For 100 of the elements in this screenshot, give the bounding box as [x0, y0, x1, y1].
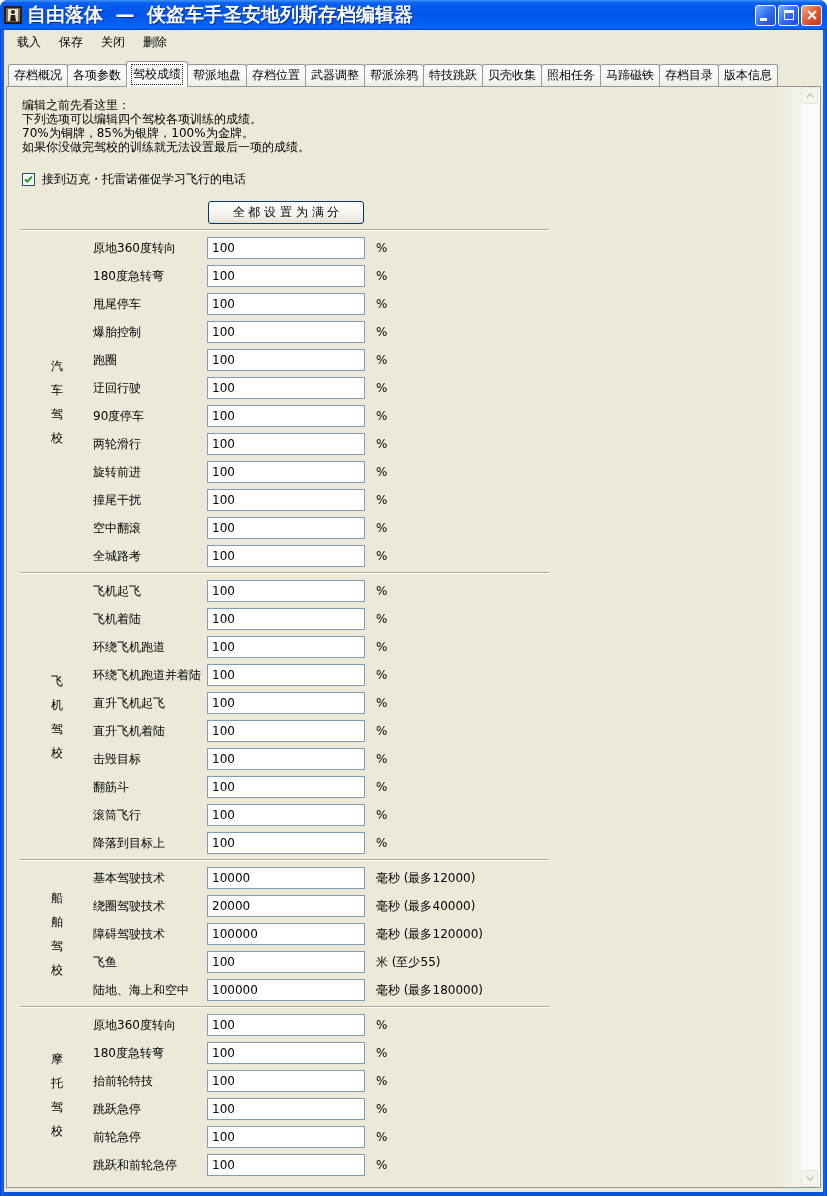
maximize-button[interactable]: [778, 4, 799, 26]
value-input[interactable]: 100: [207, 349, 365, 371]
unit-label: %: [376, 640, 388, 654]
value-input[interactable]: 100000: [207, 923, 365, 945]
unit-label: %: [376, 381, 388, 395]
unit-label: %: [376, 269, 388, 283]
unit-label: %: [376, 1102, 388, 1116]
unit-label: %: [376, 1046, 388, 1060]
value-input[interactable]: 100: [207, 433, 365, 455]
unit-label: %: [376, 724, 388, 738]
field-label: 跳跃和前轮急停: [93, 1156, 178, 1174]
tab[interactable]: 存档概况: [8, 64, 68, 86]
unit-label: %: [376, 297, 388, 311]
field-label: 跳跃急停: [93, 1100, 142, 1118]
unit-label: %: [376, 584, 388, 598]
tab[interactable]: 存档目录: [659, 64, 719, 86]
value-input[interactable]: 100: [207, 517, 365, 539]
unit-label: %: [376, 409, 388, 423]
value-input[interactable]: 100: [207, 321, 365, 343]
instruction-text: 如果你没做完驾校的训练就无法设置最后一项的成绩。: [22, 140, 311, 154]
menu-item[interactable]: 载入: [8, 32, 50, 53]
value-input[interactable]: 100: [207, 1126, 365, 1148]
tab[interactable]: 特技跳跃: [423, 64, 483, 86]
value-input[interactable]: 100: [207, 1014, 365, 1036]
minimize-icon: [759, 17, 767, 21]
value-input[interactable]: 100: [207, 692, 365, 714]
field-label: 原地360度转向: [93, 1016, 177, 1034]
value-input[interactable]: 100: [207, 748, 365, 770]
unit-label: %: [376, 668, 388, 682]
value-input[interactable]: 100: [207, 265, 365, 287]
instruction-text: 下列选项可以编辑四个驾校各项训练的成绩。: [22, 112, 263, 126]
tab[interactable]: 版本信息: [718, 64, 778, 86]
field-label: 180度急转弯: [93, 267, 165, 285]
field-label: 直升飞机着陆: [93, 722, 166, 740]
tab[interactable]: 帮派涂鸦: [364, 64, 424, 86]
value-input[interactable]: 100: [207, 237, 365, 259]
tab[interactable]: 存档位置: [246, 64, 306, 86]
value-input[interactable]: 100: [207, 293, 365, 315]
unit-label: %: [376, 241, 388, 255]
field-label: 180度急转弯: [93, 1044, 165, 1062]
field-label: 90度停车: [93, 407, 146, 425]
tab[interactable]: 驾校成绩: [126, 61, 188, 87]
value-input[interactable]: 100: [207, 720, 365, 742]
value-input[interactable]: 100000: [207, 979, 365, 1001]
field-label: 原地360度转向: [93, 239, 177, 257]
value-input[interactable]: 100: [207, 580, 365, 602]
value-input[interactable]: 100: [207, 461, 365, 483]
value-input[interactable]: 100: [207, 951, 365, 973]
tab[interactable]: 贝壳收集: [482, 64, 542, 86]
tab[interactable]: 各项参数: [67, 64, 127, 86]
field-label: 击毁目标: [93, 750, 142, 768]
menu-item[interactable]: 保存: [50, 32, 92, 53]
value-input[interactable]: 10000: [207, 867, 365, 889]
field-label: 空中翻滚: [93, 519, 142, 537]
value-input[interactable]: 100: [207, 804, 365, 826]
unit-label: %: [376, 780, 388, 794]
field-label: 飞机着陆: [93, 610, 142, 628]
value-input[interactable]: 100: [207, 545, 365, 567]
value-input[interactable]: 100: [207, 608, 365, 630]
unit-label: %: [376, 1074, 388, 1088]
instruction-text: 编辑之前先看这里：: [22, 98, 131, 112]
value-input[interactable]: 100: [207, 377, 365, 399]
group-label: 摩托驾校: [50, 1051, 63, 1140]
menu-item[interactable]: 关闭: [92, 32, 134, 53]
value-input[interactable]: 100: [207, 1042, 365, 1064]
app-icon: [4, 6, 22, 24]
unit-label: %: [376, 836, 388, 850]
menu-item[interactable]: 删除: [134, 32, 176, 53]
unit-label: %: [376, 1018, 388, 1032]
unit-label: %: [376, 521, 388, 535]
checkbox-label[interactable]: 接到迈克・托雷诺催促学习飞行的电话: [42, 170, 246, 188]
value-input[interactable]: 100: [207, 1154, 365, 1176]
unit-label: 米 (至少55): [376, 953, 441, 971]
field-label: 飞机起飞: [93, 582, 142, 600]
value-input[interactable]: 100: [207, 405, 365, 427]
value-input[interactable]: 100: [207, 489, 365, 511]
value-input[interactable]: 100: [207, 776, 365, 798]
tab[interactable]: 马蹄磁铁: [600, 64, 660, 86]
value-input[interactable]: 100: [207, 636, 365, 658]
unit-label: %: [376, 808, 388, 822]
checkbox[interactable]: [22, 172, 35, 186]
field-label: 滚筒飞行: [93, 806, 142, 824]
field-label: 跑圈: [93, 351, 118, 369]
set-all-button[interactable]: 全 都 设 置 为 满 分: [208, 201, 364, 224]
tab[interactable]: 武器调整: [305, 64, 365, 86]
unit-label: %: [376, 437, 388, 451]
unit-label: %: [376, 353, 388, 367]
tab[interactable]: 照相任务: [541, 64, 601, 86]
tab[interactable]: 帮派地盘: [187, 64, 247, 86]
close-button[interactable]: [801, 4, 822, 26]
unit-label: %: [376, 493, 388, 507]
minimize-button[interactable]: [755, 4, 776, 26]
unit-label: %: [376, 325, 388, 339]
value-input[interactable]: 100: [207, 832, 365, 854]
value-input[interactable]: 100: [207, 1098, 365, 1120]
value-input[interactable]: 20000: [207, 895, 365, 917]
value-input[interactable]: 100: [207, 664, 365, 686]
value-input[interactable]: 100: [207, 1070, 365, 1092]
close-icon: [806, 10, 817, 20]
field-label: 迂回行驶: [93, 379, 142, 397]
